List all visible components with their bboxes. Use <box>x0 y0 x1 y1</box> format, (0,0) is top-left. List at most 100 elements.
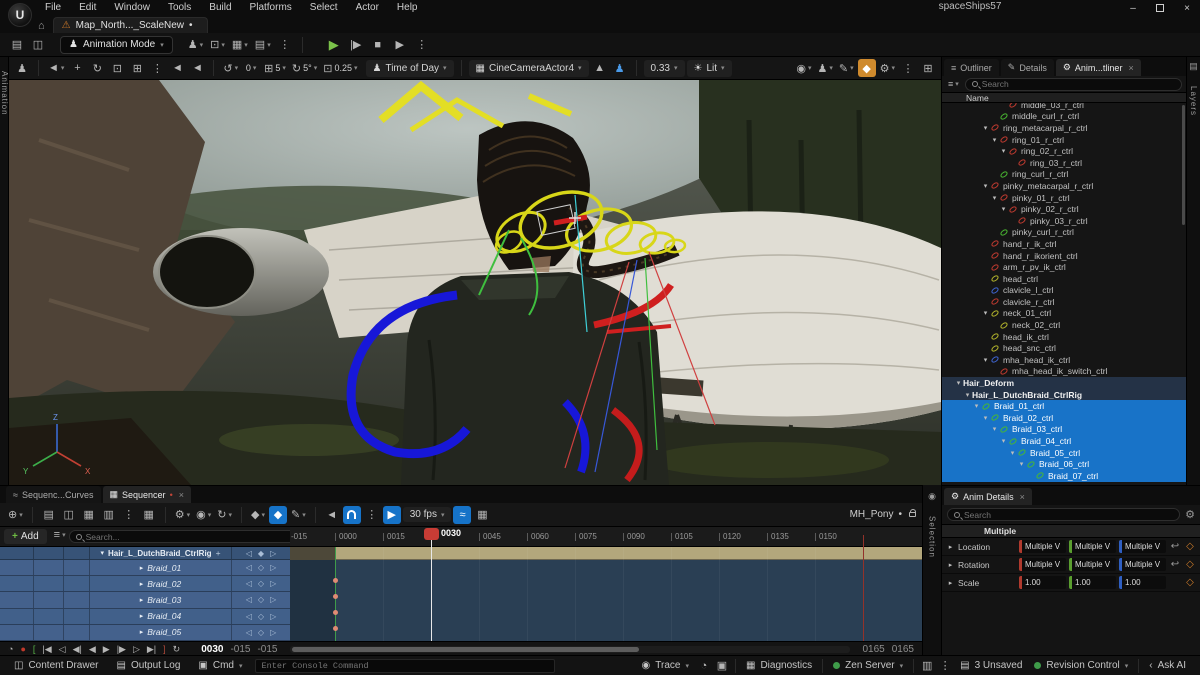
pilot-icon[interactable]: ♟ <box>611 59 629 77</box>
curve-editor-icon[interactable]: ≈ <box>453 506 471 524</box>
caret-icon[interactable]: ▾ <box>981 356 990 364</box>
camera-selector[interactable]: ▦ CineCameraActor4 ▾ <box>469 60 589 77</box>
anim-details-tab[interactable]: ⚙ Anim Details × <box>944 488 1032 505</box>
track-row[interactable]: ▸Braid_01◁◇▷ <box>0 560 290 576</box>
render-movie-icon[interactable]: ▥ <box>100 506 118 524</box>
viewport-settings-icon[interactable]: ⚙▾ <box>878 59 897 77</box>
play-reverse-button[interactable]: ◀ <box>89 644 96 655</box>
caret-icon[interactable]: ▾ <box>999 437 1008 445</box>
next-key-icon[interactable]: ▷ <box>270 549 276 558</box>
timeline-scrollbar-thumb[interactable] <box>292 647 639 652</box>
create-camera-icon[interactable]: ▦ <box>80 506 98 524</box>
caret-icon[interactable]: ▾ <box>1008 449 1017 457</box>
playback-options-icon[interactable]: ↻▾ <box>215 506 234 524</box>
previous-key-button[interactable]: ◁ <box>59 644 66 655</box>
fps-selector[interactable]: 30 fps ▾ <box>403 507 452 522</box>
menu-window[interactable]: Window <box>105 0 159 16</box>
zen-server-button[interactable]: Zen Server ▾ <box>827 656 909 675</box>
viewport-dots-icon[interactable]: ⋮ <box>899 59 917 77</box>
undo-icon[interactable]: ↩ <box>1169 541 1181 552</box>
anim-layers-icon[interactable]: ◆ <box>858 59 876 77</box>
snap-dots-icon[interactable]: ⋮ <box>363 506 381 524</box>
caret-icon[interactable]: ▾ <box>972 402 981 410</box>
level-tab[interactable]: ⚠ Map_North..._ScaleNew • <box>53 17 208 33</box>
anim-mode-icon[interactable]: ♟ <box>13 59 31 77</box>
keyframe-diamond-icon[interactable]: ◇ <box>1184 559 1196 570</box>
menu-build[interactable]: Build <box>200 0 240 16</box>
caret-icon[interactable]: ▾ <box>990 136 999 144</box>
play-button[interactable]: ▶ <box>325 36 343 54</box>
value-field[interactable]: Multiple V <box>1019 558 1066 571</box>
menu-help[interactable]: Help <box>388 0 427 16</box>
insights-icon[interactable]: ▥ <box>918 657 936 675</box>
next-key-icon[interactable]: ▷ <box>270 579 276 588</box>
playback-rate-icon[interactable]: ▶ <box>383 506 401 524</box>
revision-control-button[interactable]: Revision Control ▾ <box>1028 656 1134 675</box>
outliner-row[interactable]: hand_r_ik_ctrl <box>942 238 1186 250</box>
grid-snap-icon[interactable]: ⊞5▾ <box>262 59 288 77</box>
outliner-row[interactable]: middle_03_r_ctrl <box>942 103 1186 111</box>
select-tool-icon[interactable]: ◄▾ <box>46 59 66 77</box>
unsaved-button[interactable]: ▤ 3 Unsaved <box>954 656 1028 675</box>
status-dots-icon[interactable]: ⋮ <box>936 657 954 675</box>
next-key-icon[interactable]: ▷ <box>270 628 276 637</box>
trace-button[interactable]: ◉ Trace ▾ <box>636 656 695 675</box>
seq-dots-icon[interactable]: ⋮ <box>120 506 138 524</box>
outliner-row[interactable]: ▾mha_head_ik_ctrl <box>942 354 1186 366</box>
select-translate-icon[interactable]: ◄ <box>168 59 186 77</box>
tab-sequencer[interactable]: ▦Sequencer•× <box>103 486 191 503</box>
settings-gear-icon[interactable]: ⚙ <box>1185 508 1195 521</box>
track-row[interactable]: ▸Braid_05◁◇▷ <box>0 625 290 641</box>
burn-in-icon[interactable]: ▦ <box>140 506 158 524</box>
outliner-row[interactable]: ▾Braid_03_ctrl <box>942 424 1186 436</box>
keyframe-dot[interactable] <box>333 610 338 615</box>
mode-selector[interactable]: ♟ Animation Mode ▾ <box>60 36 173 54</box>
loop-start-bracket-button[interactable]: [ <box>33 644 36 654</box>
close-icon[interactable]: × <box>179 490 184 500</box>
rotation-snap-icon[interactable]: ↻5°▾ <box>290 59 319 77</box>
caret-icon[interactable]: ▾ <box>981 309 990 317</box>
outliner-row[interactable]: neck_02_ctrl <box>942 319 1186 331</box>
value-field[interactable]: Multiple V <box>1069 540 1116 553</box>
close-icon[interactable]: × <box>1020 492 1025 502</box>
menu-select[interactable]: Select <box>301 0 347 16</box>
record-button[interactable]: ● <box>20 644 25 654</box>
close-icon[interactable]: × <box>1128 63 1133 73</box>
outliner-row[interactable]: ▾Braid_01_ctrl <box>942 400 1186 412</box>
caret-icon[interactable]: ▾ <box>981 182 990 190</box>
step-back-button[interactable]: ◀| <box>73 644 82 655</box>
sequencer-timeline[interactable]: -015000000150045006000750090010501200135… <box>290 527 922 641</box>
outliner-row[interactable]: middle_curl_r_ctrl <box>942 111 1186 123</box>
keyframe-diamond-icon[interactable]: ◇ <box>1184 541 1196 552</box>
value-field[interactable]: Multiple V <box>1019 540 1066 553</box>
keyframe-dot[interactable] <box>333 626 338 631</box>
sequence-asset[interactable]: MH_Pony • <box>850 509 916 520</box>
value-field[interactable]: 1.00 <box>1119 576 1166 589</box>
value-field[interactable]: Multiple V <box>1069 558 1116 571</box>
loop-end-bracket-button[interactable]: ] <box>163 644 166 654</box>
play-forward-button[interactable]: ▶ <box>103 644 110 655</box>
grid-tool-icon[interactable]: ⊞ <box>128 59 146 77</box>
add-key-icon[interactable]: ◆ <box>258 549 264 558</box>
caret-icon[interactable]: ▸ <box>140 628 144 636</box>
cinematics-icon[interactable]: ▦▾ <box>230 36 250 54</box>
minimize-button[interactable]: – <box>1126 3 1140 14</box>
select-rotate-icon[interactable]: ◄ <box>188 59 206 77</box>
anim-details-search[interactable] <box>947 508 1180 521</box>
previous-key-icon[interactable]: ◁ <box>246 595 252 604</box>
stop-button[interactable]: ■ <box>369 36 387 54</box>
move-tool-icon[interactable]: + <box>68 59 86 77</box>
outliner-row[interactable]: head_ctrl <box>942 273 1186 285</box>
keyframe-options-icon[interactable]: ◆▾ <box>249 506 267 524</box>
home-icon[interactable]: ⌂ <box>38 20 45 32</box>
save-all-icon[interactable]: ▤ <box>8 36 26 54</box>
caret-icon[interactable]: ▾ <box>954 379 963 387</box>
sequence-world-icon[interactable]: ⊕▾ <box>6 506 25 524</box>
value-field[interactable]: 1.00 <box>1019 576 1066 589</box>
tool-dots-icon[interactable]: ⋮ <box>148 59 166 77</box>
launch-button[interactable]: ▶ <box>391 36 409 54</box>
view-modes-icon[interactable]: ◉▾ <box>794 59 813 77</box>
tab-anim-tliner[interactable]: ⚙Anim...tliner× <box>1056 59 1141 76</box>
sequencer-tools-icon[interactable]: ⚙▾ <box>173 506 192 524</box>
selection-tab-vertical[interactable]: Selection <box>928 516 937 558</box>
